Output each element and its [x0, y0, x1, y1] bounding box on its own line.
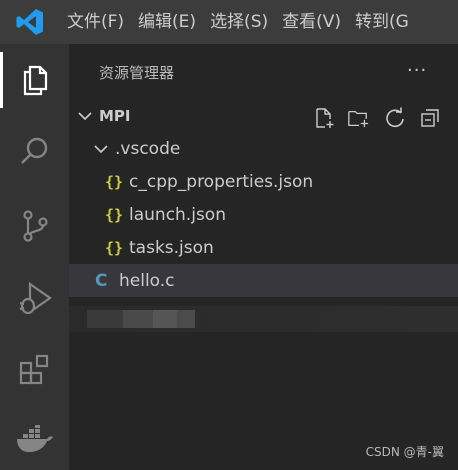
- file-row-c-cpp-properties[interactable]: {} c_cpp_properties.json: [69, 165, 458, 198]
- menu-selection[interactable]: 选择(S): [203, 0, 275, 44]
- file-row-launch[interactable]: {} launch.json: [69, 198, 458, 231]
- root-folder-label: MPI: [99, 106, 131, 125]
- source-control-icon[interactable]: [0, 198, 69, 254]
- redacted-block: [177, 310, 195, 328]
- c-file-icon: C: [95, 270, 108, 291]
- folder-row-mpi[interactable]: MPI: [69, 99, 458, 132]
- refresh-icon[interactable]: [384, 107, 406, 129]
- new-folder-icon[interactable]: [347, 107, 369, 129]
- folder-row-vscode[interactable]: .vscode: [69, 132, 458, 165]
- run-debug-icon[interactable]: [0, 270, 69, 326]
- menu-go[interactable]: 转到(G: [348, 0, 416, 44]
- file-row-tasks[interactable]: {} tasks.json: [69, 231, 458, 264]
- docker-icon[interactable]: [0, 412, 69, 468]
- json-file-icon: {}: [105, 205, 124, 224]
- file-label: c_cpp_properties.json: [129, 171, 314, 192]
- menu-file[interactable]: 文件(F): [60, 0, 131, 44]
- menu-view[interactable]: 查看(V): [275, 0, 348, 44]
- more-actions-icon[interactable]: ···: [407, 60, 427, 81]
- vscode-logo-icon: [0, 0, 60, 44]
- file-label: launch.json: [129, 204, 226, 225]
- json-file-icon: {}: [105, 238, 124, 257]
- explorer-title: 资源管理器: [99, 64, 175, 82]
- subfolder-label: .vscode: [115, 138, 181, 159]
- file-label: tasks.json: [129, 237, 214, 258]
- explorer-sidebar: 资源管理器 ··· MPI .vscode {} c_cpp_propertie…: [69, 44, 458, 470]
- search-icon[interactable]: [0, 124, 69, 180]
- new-file-icon[interactable]: [313, 107, 335, 129]
- json-file-icon: {}: [105, 172, 124, 191]
- redacted-block: [87, 310, 123, 328]
- file-label: hello.c: [119, 270, 175, 291]
- redacted-block: [153, 310, 177, 328]
- chevron-down-icon: [94, 144, 108, 153]
- chevron-down-icon: [78, 111, 92, 120]
- collapse-all-icon[interactable]: [419, 107, 441, 129]
- file-row-hello-c[interactable]: C hello.c: [69, 264, 458, 297]
- redacted-block: [123, 310, 153, 328]
- redacted-area: [69, 306, 458, 332]
- extensions-icon[interactable]: [0, 342, 69, 398]
- activity-bar: [0, 44, 69, 470]
- explorer-icon[interactable]: [0, 52, 69, 108]
- watermark: CSDN @青-翼: [365, 445, 444, 459]
- menu-edit[interactable]: 编辑(E): [131, 0, 203, 44]
- explorer-header: 资源管理器 ···: [69, 44, 458, 98]
- title-bar: 文件(F) 编辑(E) 选择(S) 查看(V) 转到(G: [0, 0, 458, 44]
